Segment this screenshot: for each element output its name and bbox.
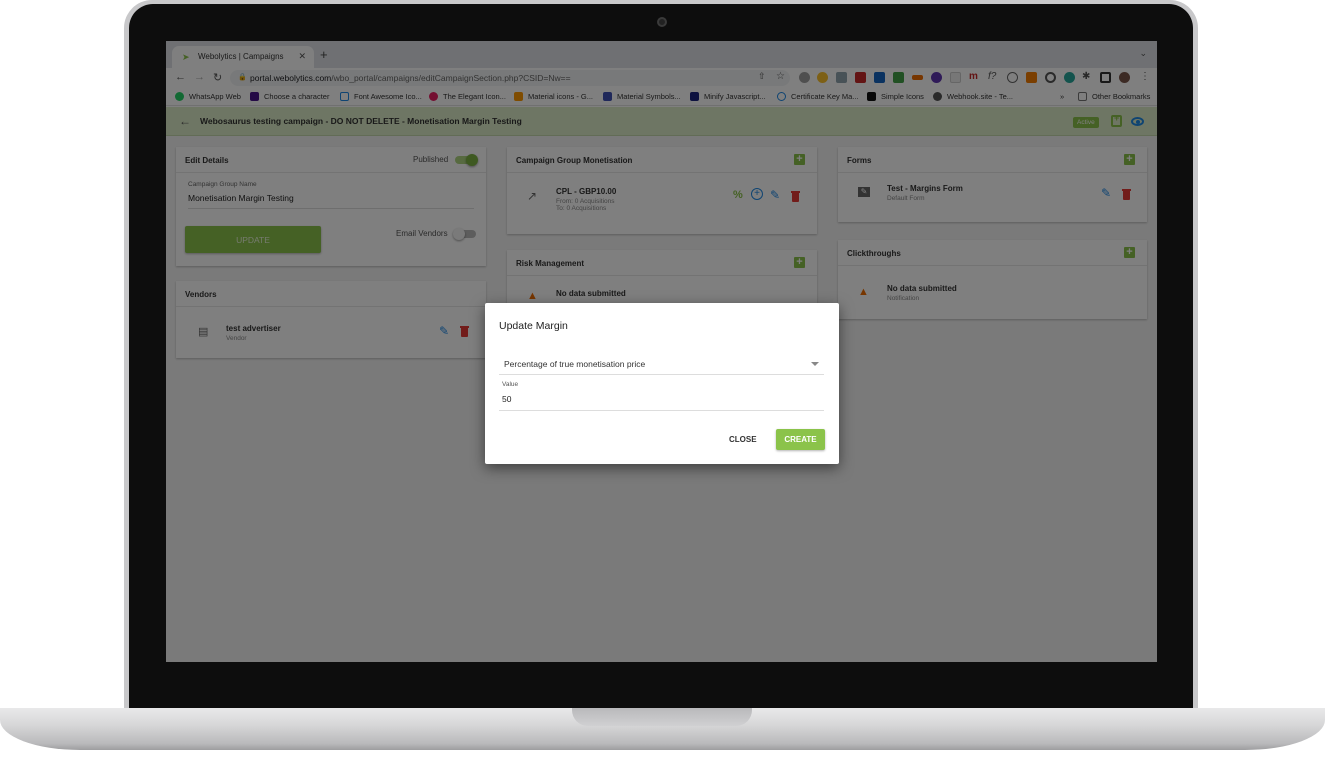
value-label: Value (502, 381, 519, 388)
dropdown-caret-icon (811, 362, 819, 366)
select-value: Percentage of true monetisation price (504, 359, 646, 369)
camera (657, 17, 667, 27)
update-margin-dialog: Update Margin Percentage of true monetis… (485, 303, 839, 464)
create-button[interactable]: CREATE (776, 429, 825, 450)
screen: ➤ Webolytics | Campaigns ✕ + ⌄ ← → ↻ 🔒 p… (166, 41, 1157, 662)
dialog-title: Update Margin (499, 320, 568, 332)
margin-type-select[interactable]: Percentage of true monetisation price (499, 350, 824, 375)
value-input[interactable]: 50 (499, 392, 824, 411)
close-button[interactable]: CLOSE (729, 435, 757, 444)
laptop-notch (572, 708, 752, 726)
